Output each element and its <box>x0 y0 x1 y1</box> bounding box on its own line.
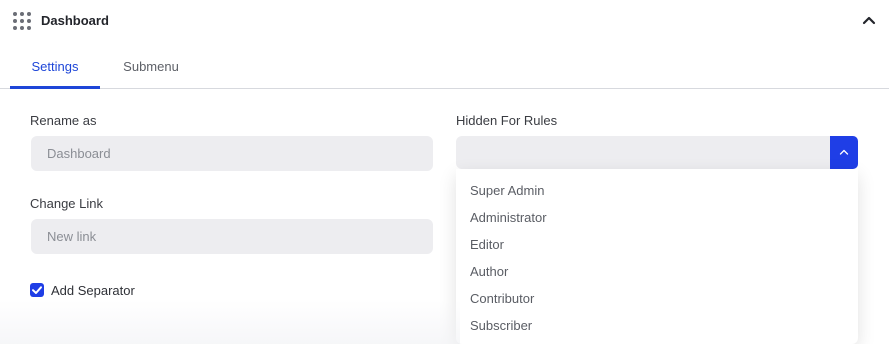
rule-option-editor[interactable]: Editor <box>470 237 504 252</box>
rule-option-author[interactable]: Author <box>470 264 508 279</box>
change-link-label: Change Link <box>30 196 103 211</box>
panel-bottom-fade <box>0 300 460 344</box>
hidden-for-rules-select[interactable] <box>456 136 832 169</box>
add-separator-label: Add Separator <box>51 283 135 298</box>
checkmark-icon <box>32 286 42 294</box>
chevron-up-icon[interactable] <box>860 12 878 30</box>
hidden-for-rules-label: Hidden For Rules <box>456 113 558 128</box>
tab-settings[interactable]: Settings <box>10 59 100 89</box>
grip-dots-icon[interactable] <box>13 12 31 30</box>
rename-label: Rename as <box>30 113 97 128</box>
tab-submenu[interactable]: Submenu <box>113 59 189 89</box>
change-link-input[interactable]: New link <box>31 219 433 254</box>
tab-bar: Settings Submenu <box>0 48 889 89</box>
rename-input[interactable]: Dashboard <box>31 136 433 171</box>
add-separator-checkbox[interactable] <box>30 283 44 297</box>
rules-dropdown-menu: Super Admin Administrator Editor Author … <box>456 169 858 344</box>
rule-option-administrator[interactable]: Administrator <box>470 210 547 225</box>
chevron-up-icon <box>839 149 849 155</box>
select-toggle-button[interactable] <box>830 136 858 169</box>
menu-item-title: Dashboard <box>41 13 109 28</box>
rule-option-subscriber[interactable]: Subscriber <box>470 318 532 333</box>
rule-option-super-admin[interactable]: Super Admin <box>470 183 544 198</box>
menu-item-header: Dashboard <box>0 0 889 44</box>
rule-option-contributor[interactable]: Contributor <box>470 291 534 306</box>
